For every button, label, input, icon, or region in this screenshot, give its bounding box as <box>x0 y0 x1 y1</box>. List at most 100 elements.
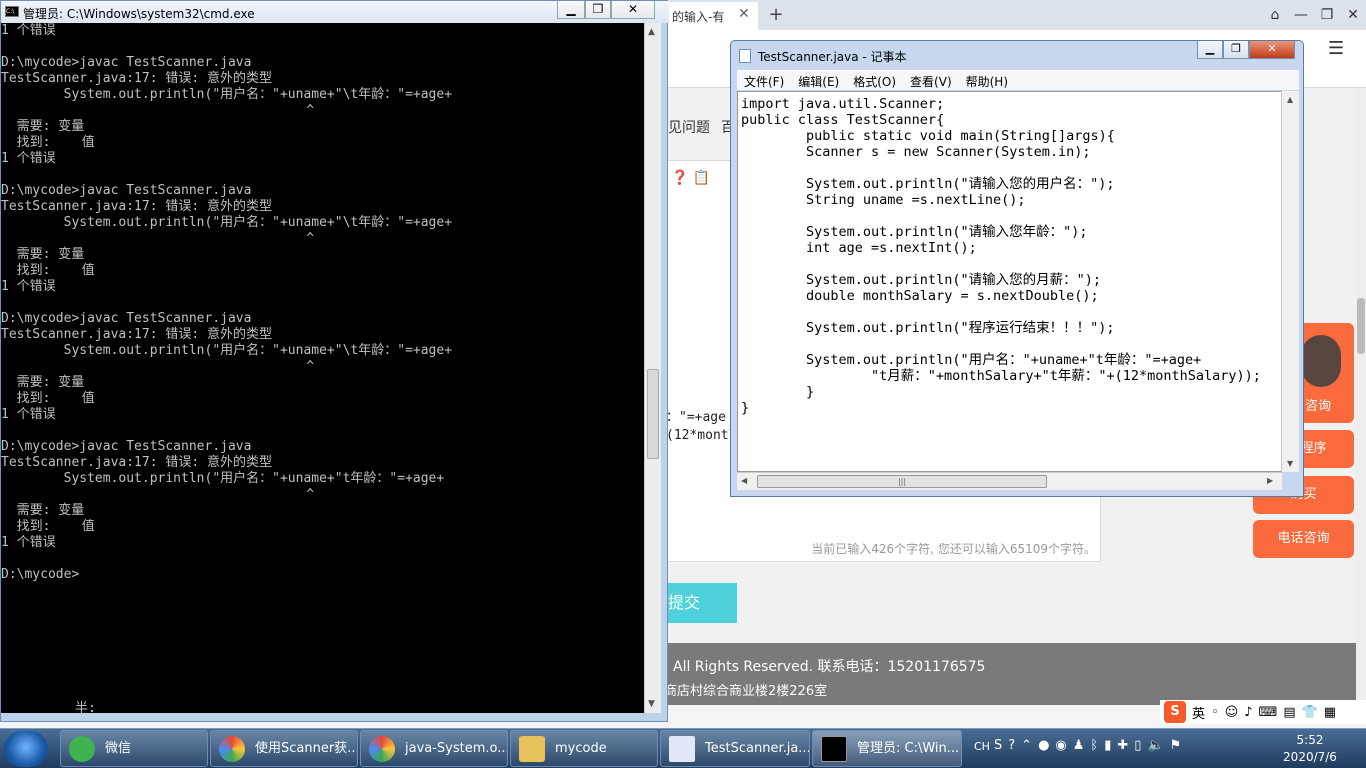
notepad-icon <box>739 49 751 63</box>
notepad-vertical-scrollbar[interactable]: ▲ ▼ <box>1281 91 1299 472</box>
code-line: } <box>741 384 815 400</box>
code-line: Scanner s = new Scanner(System.in); <box>741 144 1091 160</box>
toolbox-icon[interactable]: ▤ <box>1283 705 1295 720</box>
console-line: 需要: 变量 <box>1 119 85 134</box>
close-icon[interactable]: ✕ <box>738 6 750 22</box>
punctuation-icon[interactable]: ◦ <box>1211 705 1219 720</box>
minimize-button[interactable]: ▁ <box>557 1 585 19</box>
notepad-text-area[interactable]: import java.util.Scanner; public class Te… <box>737 91 1286 472</box>
taskbar-item-wechat[interactable]: 微信 <box>60 730 208 767</box>
cmd-ime-status: 半: <box>75 701 96 716</box>
console-line: TestScanner.java:17: 错误: 意外的类型 <box>1 327 273 342</box>
code-line: System.out.println("用户名："+uname+"t年龄："=+… <box>741 352 1202 368</box>
bluetooth-icon[interactable]: ᛒ <box>1090 738 1098 753</box>
maximize-button[interactable]: ❐ <box>585 1 611 19</box>
ime-lang-toggle[interactable]: 英 <box>1192 703 1205 722</box>
taskbar-item-folder[interactable]: mycode <box>510 730 658 767</box>
console-line: 1 个错误 <box>1 535 56 550</box>
taskbar-item-label: mycode <box>555 741 607 756</box>
network-icon[interactable]: ▮ <box>1104 738 1111 753</box>
notepad-title: TestScanner.java - 记事本 <box>758 50 907 64</box>
flag-icon[interactable]: ⚑ <box>1170 738 1182 753</box>
close-button[interactable]: ✕ <box>611 1 655 19</box>
close-button[interactable]: ✕ <box>1249 41 1295 59</box>
browser-tab-title: 的输入-有 <box>672 10 725 24</box>
qq-icon[interactable]: ♟ <box>1073 738 1085 753</box>
notepad-menu-item[interactable]: 文件(F) <box>737 70 791 90</box>
code-line: int age =s.nextInt(); <box>741 240 977 256</box>
notepad-menu-item[interactable]: 帮助(H) <box>959 70 1015 90</box>
skin-icon[interactable]: 👕 <box>1302 705 1318 720</box>
scrollbar-thumb[interactable] <box>1357 298 1365 354</box>
scroll-up-icon[interactable]: ▲ <box>1287 95 1293 104</box>
scroll-down-icon[interactable]: ▼ <box>648 699 655 709</box>
char-counter: 当前已输入426个字符, 您还可以输入65109个字符。 <box>811 542 1096 556</box>
scrollbar-thumb[interactable] <box>647 369 659 459</box>
notepad-menu-item[interactable]: 编辑(E) <box>791 70 846 90</box>
taskbar-item-browser-1[interactable]: 使用Scanner获... <box>210 730 358 767</box>
cmd-scrollbar[interactable]: ▲ ▼ <box>644 23 661 713</box>
scroll-right-icon[interactable]: ▶ <box>1267 476 1273 485</box>
tray-icons: S ? ⌃ ● ◉ ♟ ᛒ ▮ ✚ ▯ 🔈 ⚑ <box>994 738 1181 753</box>
clock-time[interactable]: 5:52 <box>1280 733 1340 747</box>
taskbar-item-label: 使用Scanner获... <box>255 741 358 756</box>
notepad-horizontal-scrollbar[interactable]: ◀ ||| ▶ <box>737 472 1282 490</box>
minimize-icon[interactable]: — <box>1288 0 1314 30</box>
wechat-tray-icon[interactable]: ◉ <box>1055 738 1066 753</box>
maximize-button[interactable]: ❐ <box>1223 41 1249 59</box>
ime-toolbar: S 英 ◦ ☺ ♪ ⌨ ▤ 👕 ▦ <box>1160 700 1366 724</box>
console-line: System.out.println("用户名："+uname+"t年龄："=+… <box>1 471 445 486</box>
grid-icon[interactable]: ▦ <box>1324 705 1336 720</box>
notepad-title-bar[interactable]: TestScanner.java - 记事本 ▁ ❐ ✕ <box>731 41 1303 69</box>
keyboard-icon[interactable]: ⌨ <box>1259 705 1278 720</box>
page-scrollbar[interactable] <box>1356 88 1366 705</box>
scroll-left-icon[interactable]: ◀ <box>741 476 747 485</box>
cmd-console-output[interactable]: 1 个错误 D:\mycode>javac TestScanner.java Tes… <box>1 23 644 713</box>
taskbar-item-browser-2[interactable]: java-System.o... <box>360 730 508 767</box>
shirt-icon[interactable]: ⌂ <box>1262 0 1288 30</box>
chevron-up-icon[interactable]: ⌃ <box>1021 738 1032 753</box>
clock-date[interactable]: 2020/7/6 <box>1280 750 1340 764</box>
cmd-icon <box>821 736 847 762</box>
scrollbar-thumb[interactable]: ||| <box>757 475 1047 488</box>
notepad-menu-item[interactable]: 查看(V) <box>903 70 959 90</box>
faq-link[interactable]: 见问题 <box>668 117 710 137</box>
phone-consult-button[interactable]: 电话咨询 <box>1253 520 1354 558</box>
taskbar-item-cmd[interactable]: 管理员: C:\Win... <box>812 730 962 767</box>
device-icon[interactable]: ▯ <box>1134 738 1141 753</box>
microphone-icon[interactable]: ♪ <box>1244 705 1252 720</box>
submit-button[interactable]: 提交 <box>664 583 737 623</box>
console-line: TestScanner.java:17: 错误: 意外的类型 <box>1 71 273 86</box>
maximize-icon[interactable]: ❐ <box>1314 0 1340 30</box>
emoji-icon[interactable]: ☺ <box>1225 705 1239 720</box>
security-icon[interactable]: ✚ <box>1117 738 1128 753</box>
close-icon[interactable]: ✕ <box>1340 0 1366 30</box>
sogou-tray-icon[interactable]: S <box>994 738 1002 753</box>
notepad-window: TestScanner.java - 记事本 ▁ ❐ ✕ 文件(F) 编辑(E) 格… <box>730 40 1304 497</box>
code-line: System.out.println("请输入您的月薪："); <box>741 272 1101 288</box>
menu-icon[interactable]: ☰ <box>1328 38 1344 59</box>
minimize-button[interactable]: ▁ <box>1197 41 1223 59</box>
start-button[interactable] <box>4 731 48 767</box>
console-line: System.out.println("用户名："+uname+"\t年龄："=… <box>1 215 453 230</box>
scroll-up-icon[interactable]: ▲ <box>648 27 655 37</box>
footer-address: 商店村综合商业楼2楼226室 <box>664 684 828 699</box>
sogou-logo-icon[interactable]: S <box>1164 701 1186 723</box>
help-icon[interactable]: ? <box>1008 738 1015 753</box>
console-line: 找到: 值 <box>1 135 95 150</box>
system-tray: CH S ? ⌃ ● ◉ ♟ ᛒ ▮ ✚ ▯ 🔈 ⚑ 5:52 2020/7/6 <box>968 730 1366 767</box>
scroll-down-icon[interactable]: ▼ <box>1287 459 1293 468</box>
new-tab-button[interactable]: + <box>766 4 786 25</box>
app-tray-icon[interactable]: ● <box>1038 738 1049 753</box>
cmd-title-bar[interactable]: C:\ 管理员: C:\Windows\system32\cmd.exe ▁ ❐… <box>1 1 669 23</box>
notepad-menu-item[interactable]: 格式(O) <box>846 70 903 90</box>
console-line: 1 个错误 <box>1 279 56 294</box>
console-line: 1 个错误 <box>1 407 56 422</box>
input-language[interactable]: CH <box>974 740 990 753</box>
taskbar-item-notepad[interactable]: TestScanner.ja... <box>660 730 810 767</box>
volume-icon[interactable]: 🔈 <box>1147 738 1163 753</box>
help-icon[interactable]: ❓ 📋 <box>671 170 710 186</box>
